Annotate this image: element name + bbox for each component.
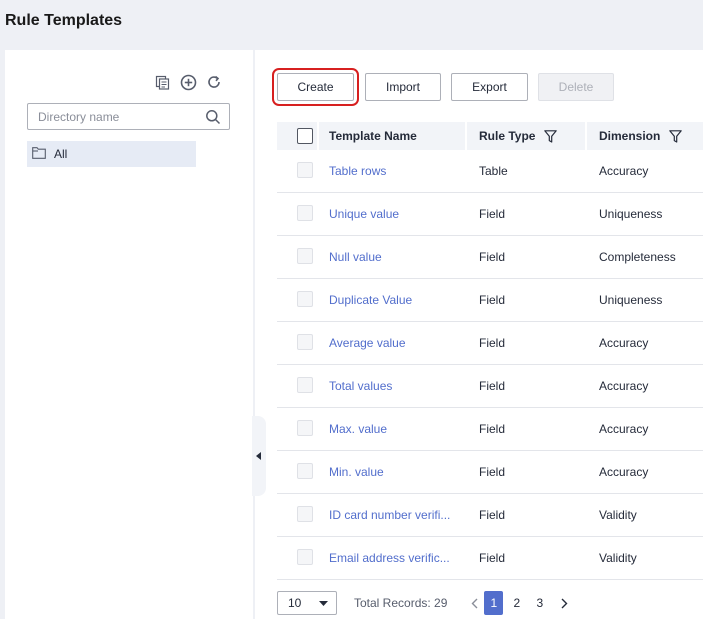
page-title: Rule Templates xyxy=(5,12,123,29)
column-dimension: Dimension xyxy=(587,122,703,150)
row-checkbox[interactable] xyxy=(297,333,313,350)
template-name-link[interactable]: Table rows xyxy=(329,164,467,178)
dimension-cell: Validity xyxy=(599,508,637,522)
page-size-value: 10 xyxy=(288,596,302,610)
collapse-panel-handle[interactable] xyxy=(252,416,266,496)
table-row: Average value Field Accuracy xyxy=(277,322,703,365)
previous-page-icon[interactable] xyxy=(468,598,480,609)
rule-type-cell: Field xyxy=(479,250,506,264)
template-name-link[interactable]: Null value xyxy=(329,250,467,264)
template-name-link[interactable]: Max. value xyxy=(329,422,467,436)
column-template-name: Template Name xyxy=(319,122,467,150)
page-size-select[interactable]: 10 xyxy=(277,591,337,615)
folder-icon xyxy=(32,146,46,162)
directory-item-label: All xyxy=(54,147,68,161)
table-row: Duplicate Value Field Uniqueness xyxy=(277,279,703,322)
template-name-link[interactable]: Total values xyxy=(329,379,467,393)
template-name-link[interactable]: ID card number verifi... xyxy=(329,508,467,522)
dimension-cell: Uniqueness xyxy=(599,293,663,307)
rule-type-cell: Field xyxy=(479,508,506,522)
dimension-cell: Accuracy xyxy=(599,379,649,393)
dimension-cell: Accuracy xyxy=(599,422,649,436)
page-button[interactable]: 2 xyxy=(507,591,526,615)
search-icon[interactable] xyxy=(205,109,221,128)
dimension-cell: Accuracy xyxy=(599,336,649,350)
template-name-link[interactable]: Duplicate Value xyxy=(329,293,467,307)
row-checkbox[interactable] xyxy=(297,548,313,565)
row-checkbox[interactable] xyxy=(297,462,313,479)
total-records: Total Records: 29 xyxy=(354,596,448,610)
rule-type-cell: Field xyxy=(479,465,506,479)
row-checkbox[interactable] xyxy=(297,247,313,264)
create-button[interactable]: Create xyxy=(272,68,359,106)
dimension-cell: Uniqueness xyxy=(599,207,663,221)
rule-type-cell: Field xyxy=(479,336,506,350)
next-page-icon[interactable] xyxy=(558,598,570,609)
refresh-icon[interactable] xyxy=(205,73,223,91)
rule-template-table: Template Name Rule Type Dimension Table … xyxy=(277,122,703,580)
row-checkbox[interactable] xyxy=(297,505,313,522)
row-checkbox[interactable] xyxy=(297,204,313,221)
rule-type-cell: Table xyxy=(479,164,508,178)
batch-manage-icon[interactable] xyxy=(153,73,171,91)
directory-search[interactable] xyxy=(27,103,230,130)
caret-left-icon xyxy=(256,449,262,463)
rule-type-cell: Field xyxy=(479,293,506,307)
delete-button: Delete xyxy=(538,73,614,101)
template-name-link[interactable]: Email address verific... xyxy=(329,551,467,565)
export-button[interactable]: Export xyxy=(451,73,528,101)
template-list-panel: Create Import Export Delete Template Nam… xyxy=(252,50,703,619)
directory-search-input[interactable] xyxy=(38,109,198,124)
dimension-cell: Completeness xyxy=(599,250,676,264)
dimension-cell: Accuracy xyxy=(599,164,649,178)
table-row: Max. value Field Accuracy xyxy=(277,408,703,451)
table-row: Total values Field Accuracy xyxy=(277,365,703,408)
column-rule-type: Rule Type xyxy=(467,122,587,150)
pagination: 10 Total Records: 29 1 2 3 xyxy=(277,591,570,615)
dimension-cell: Validity xyxy=(599,551,637,565)
column-dimension-label: Dimension xyxy=(599,129,661,143)
template-name-link[interactable]: Average value xyxy=(329,336,467,350)
row-checkbox[interactable] xyxy=(297,161,313,178)
page-button[interactable]: 3 xyxy=(530,591,549,615)
row-checkbox[interactable] xyxy=(297,376,313,393)
page-button[interactable]: 1 xyxy=(484,591,504,615)
directory-item-all[interactable]: All xyxy=(27,141,196,167)
template-name-link[interactable]: Unique value xyxy=(329,207,467,221)
row-checkbox[interactable] xyxy=(297,290,313,307)
directory-panel: All xyxy=(5,50,253,619)
add-directory-icon[interactable] xyxy=(179,73,197,91)
rule-type-cell: Field xyxy=(479,551,506,565)
table-row: ID card number verifi... Field Validity xyxy=(277,494,703,537)
filter-icon[interactable] xyxy=(544,129,558,143)
filter-icon[interactable] xyxy=(669,129,683,143)
caret-down-icon xyxy=(319,596,328,610)
table-row: Unique value Field Uniqueness xyxy=(277,193,703,236)
table-row: Email address verific... Field Validity xyxy=(277,537,703,580)
template-name-link[interactable]: Min. value xyxy=(329,465,467,479)
rule-type-cell: Field xyxy=(479,379,506,393)
table-row: Table rows Table Accuracy xyxy=(277,150,703,193)
table-header: Template Name Rule Type Dimension xyxy=(277,122,703,150)
import-button[interactable]: Import xyxy=(365,73,441,101)
column-rule-type-label: Rule Type xyxy=(479,129,536,143)
table-row: Null value Field Completeness xyxy=(277,236,703,279)
row-checkbox[interactable] xyxy=(297,419,313,436)
select-all-checkbox[interactable] xyxy=(297,128,313,144)
dimension-cell: Accuracy xyxy=(599,465,649,479)
rule-type-cell: Field xyxy=(479,422,506,436)
rule-type-cell: Field xyxy=(479,207,506,221)
table-row: Min. value Field Accuracy xyxy=(277,451,703,494)
directory-toolbar xyxy=(153,73,223,91)
